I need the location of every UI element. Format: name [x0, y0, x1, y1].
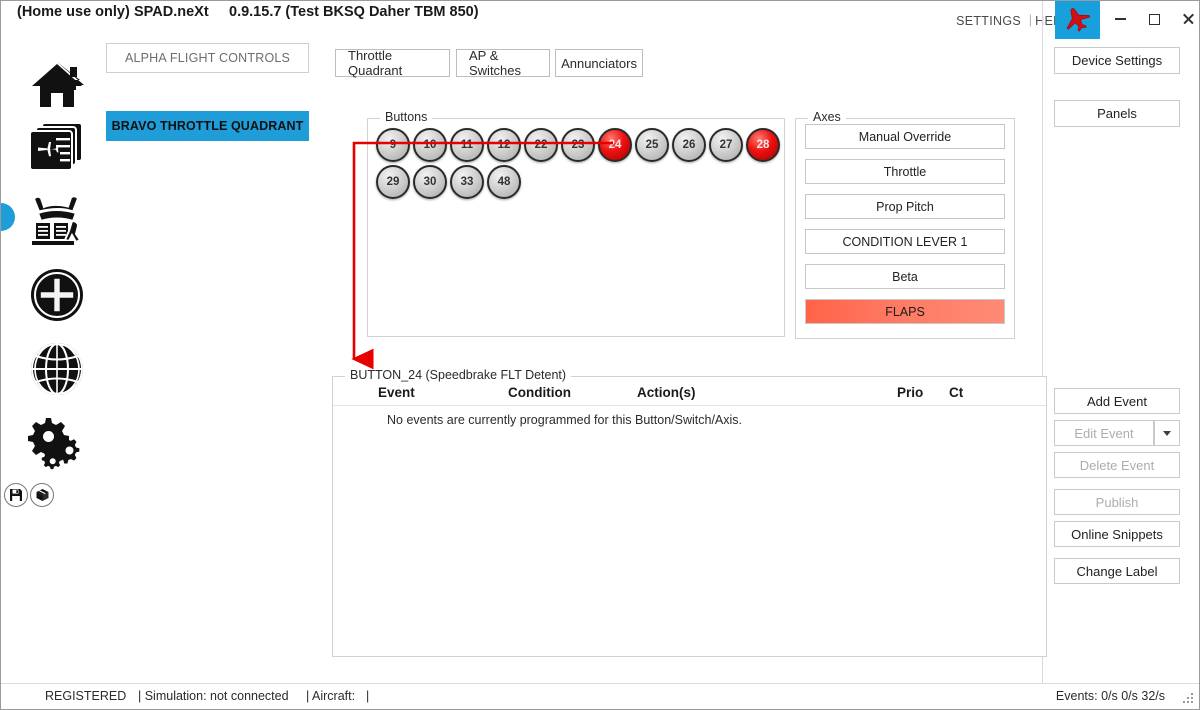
edit-event-button[interactable]: Edit Event [1054, 420, 1154, 446]
sidebar-item-community[interactable] [23, 335, 91, 403]
window-close-button[interactable] [1171, 1, 1199, 37]
axis-button-throttle[interactable]: Throttle [805, 159, 1005, 184]
titlebar-separator: | [1028, 13, 1032, 27]
column-header-event: Event [378, 385, 415, 400]
sidebar-item-cockpit-hardware[interactable] [23, 187, 91, 255]
title-bar: (Home use only) SPAD.neXt 0.9.15.7 (Test… [1, 1, 1199, 39]
version-label: 0.9.15.7 (Test BKSQ Daher TBM 850) [229, 4, 479, 20]
sidebar [1, 39, 114, 684]
status-aircraft-value: | [366, 689, 370, 703]
button-circle-27[interactable]: 27 [709, 128, 743, 162]
gears-icon [28, 418, 80, 470]
button-circle-26[interactable]: 26 [672, 128, 706, 162]
window-maximize-button[interactable] [1137, 1, 1171, 37]
minimize-icon [1114, 18, 1126, 20]
column-header-prio: Prio [897, 385, 924, 400]
button-circle-9[interactable]: 9 [376, 128, 410, 162]
events-header-divider [333, 405, 1046, 406]
events-empty-message: No events are currently programmed for t… [387, 413, 743, 427]
sidebar-item-aircraft-profiles[interactable] [23, 113, 91, 181]
events-group-label: BUTTON_24 (Speedbrake FLT Detent) [345, 368, 572, 382]
aircraft-profiles-icon [29, 122, 83, 171]
sidebar-active-indicator [1, 203, 15, 231]
home-icon [32, 62, 84, 107]
airplane-icon [1067, 8, 1091, 32]
save-icon [10, 489, 22, 501]
buttons-group: Buttons 9 10 11 12 22 23 24 25 26 27 28 29 30 33 48 [367, 110, 785, 337]
sidebar-item-settings[interactable] [23, 409, 91, 477]
status-registered: REGISTERED [45, 689, 127, 703]
status-bar: REGISTERED | Simulation: not connected |… [1, 683, 1199, 709]
chevron-down-icon [1163, 430, 1171, 436]
home-use-label: (Home use only) [17, 4, 130, 20]
button-circle-12[interactable]: 12 [487, 128, 521, 162]
axis-button-beta[interactable]: Beta [805, 264, 1005, 289]
button-circle-22[interactable]: 22 [524, 128, 558, 162]
axis-button-flaps[interactable]: FLAPS [805, 299, 1005, 324]
package-icon [36, 489, 48, 501]
add-event-button[interactable]: Add Event [1054, 388, 1180, 414]
device-button-bravo[interactable]: BRAVO THROTTLE QUADRANT [106, 111, 309, 141]
maximize-icon [1148, 13, 1160, 25]
column-header-ct: Ct [949, 385, 964, 400]
button-circle-30[interactable]: 30 [413, 165, 447, 199]
cockpit-hardware-icon [32, 195, 82, 245]
window-minimize-button[interactable] [1103, 1, 1137, 37]
axis-button-prop-pitch[interactable]: Prop Pitch [805, 194, 1005, 219]
resize-grip-icon[interactable] [1182, 693, 1194, 705]
button-circle-25[interactable]: 25 [635, 128, 669, 162]
axes-group-label: Axes [808, 110, 846, 124]
status-events-rate: Events: 0/s 0/s 32/s [1055, 689, 1165, 703]
status-simulation: | Simulation: not connected [138, 689, 289, 703]
button-circle-10[interactable]: 10 [413, 128, 447, 162]
sidebar-item-home[interactable] [23, 51, 91, 119]
button-circle-28[interactable]: 28 [746, 128, 780, 162]
close-icon [1182, 13, 1194, 25]
button-circle-24[interactable]: 24 [598, 128, 632, 162]
panels-button[interactable]: Panels [1054, 100, 1180, 127]
edit-event-dropdown-button[interactable] [1154, 420, 1180, 446]
tab-throttle-quadrant[interactable]: Throttle Quadrant [335, 48, 450, 78]
save-profile-button[interactable] [4, 483, 28, 507]
axis-button-manual-override[interactable]: Manual Override [805, 124, 1005, 149]
button-circle-29[interactable]: 29 [376, 165, 410, 199]
button-circle-11[interactable]: 11 [450, 128, 484, 162]
device-button-alpha[interactable]: ALPHA FLIGHT CONTROLS [106, 43, 309, 73]
column-header-actions: Action(s) [637, 385, 696, 400]
tab-ap-switches[interactable]: AP & Switches [456, 48, 550, 78]
status-aircraft-label: | Aircraft: [306, 689, 356, 703]
button-circle-23[interactable]: 23 [561, 128, 595, 162]
settings-link[interactable]: SETTINGS [956, 14, 1021, 28]
globe-icon [31, 343, 83, 395]
tab-annunciators[interactable]: Annunciators [555, 49, 643, 77]
button-circle-48[interactable]: 48 [487, 165, 521, 199]
axis-button-condition-lever-1[interactable]: CONDITION LEVER 1 [805, 229, 1005, 254]
app-name-label: SPAD.neXt [134, 4, 209, 20]
plus-circle-icon [31, 269, 83, 321]
sidebar-item-add[interactable] [23, 261, 91, 329]
buttons-group-label: Buttons [380, 110, 433, 124]
button-circle-33[interactable]: 33 [450, 165, 484, 199]
delete-event-button[interactable]: Delete Event [1054, 452, 1180, 478]
device-settings-button[interactable]: Device Settings [1054, 47, 1180, 74]
change-label-button[interactable]: Change Label [1054, 558, 1180, 584]
package-button[interactable] [30, 483, 54, 507]
app-logo [1055, 1, 1100, 39]
publish-button[interactable]: Publish [1054, 489, 1180, 515]
app-window: (Home use only) SPAD.neXt 0.9.15.7 (Test… [0, 0, 1200, 710]
online-snippets-button[interactable]: Online Snippets [1054, 521, 1180, 547]
column-header-condition: Condition [508, 385, 571, 400]
